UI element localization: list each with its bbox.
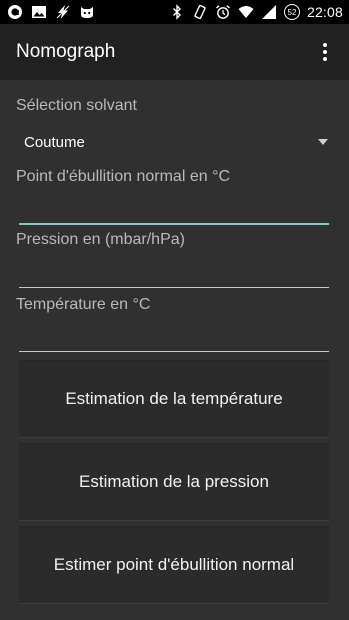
- temperature-label: Température en °C: [16, 296, 151, 313]
- pressure-field-wrapper: [19, 263, 329, 288]
- signal-icon: [261, 4, 277, 20]
- app-bar: Nomograph: [0, 24, 349, 80]
- status-bar-left: [0, 4, 95, 20]
- wifi-icon: [238, 4, 254, 20]
- solvent-selected-value: Coutume: [24, 133, 85, 151]
- temperature-input[interactable]: [19, 327, 329, 351]
- estimate-pressure-button[interactable]: Estimation de la pression: [19, 444, 329, 520]
- pressure-input[interactable]: [19, 263, 329, 287]
- boiling-point-field-wrapper: [19, 199, 329, 225]
- solvent-dropdown[interactable]: Coutume: [16, 128, 334, 156]
- status-bar-right: 52 22:08: [169, 4, 349, 20]
- solvent-label: Sélection solvant: [16, 97, 137, 114]
- app-notification-icon: [7, 4, 23, 20]
- estimate-boiling-point-button[interactable]: Estimer point d'ébullition normal: [19, 527, 329, 603]
- more-vert-icon[interactable]: [311, 32, 339, 72]
- boiling-point-input[interactable]: [19, 199, 329, 223]
- estimate-temperature-button[interactable]: Estimation de la température: [19, 361, 329, 437]
- alarm-icon: [215, 4, 231, 20]
- dropdown-arrow-icon: [318, 139, 328, 145]
- vibrate-icon: [192, 4, 208, 20]
- battery-icon: 52: [283, 4, 300, 20]
- status-bar: 52 22:08: [0, 0, 349, 24]
- cat-icon: [79, 4, 95, 20]
- pressure-label: Pression en (mbar/hPa): [16, 231, 185, 248]
- bluetooth-icon: [169, 4, 185, 20]
- temperature-field-wrapper: [19, 327, 329, 352]
- status-bar-clock: 22:08: [306, 4, 343, 20]
- boiling-point-label: Point d'ébullition normal en °C: [16, 168, 231, 185]
- image-icon: [31, 4, 47, 20]
- flash-icon: [55, 4, 71, 20]
- app-title: Nomograph: [16, 41, 116, 62]
